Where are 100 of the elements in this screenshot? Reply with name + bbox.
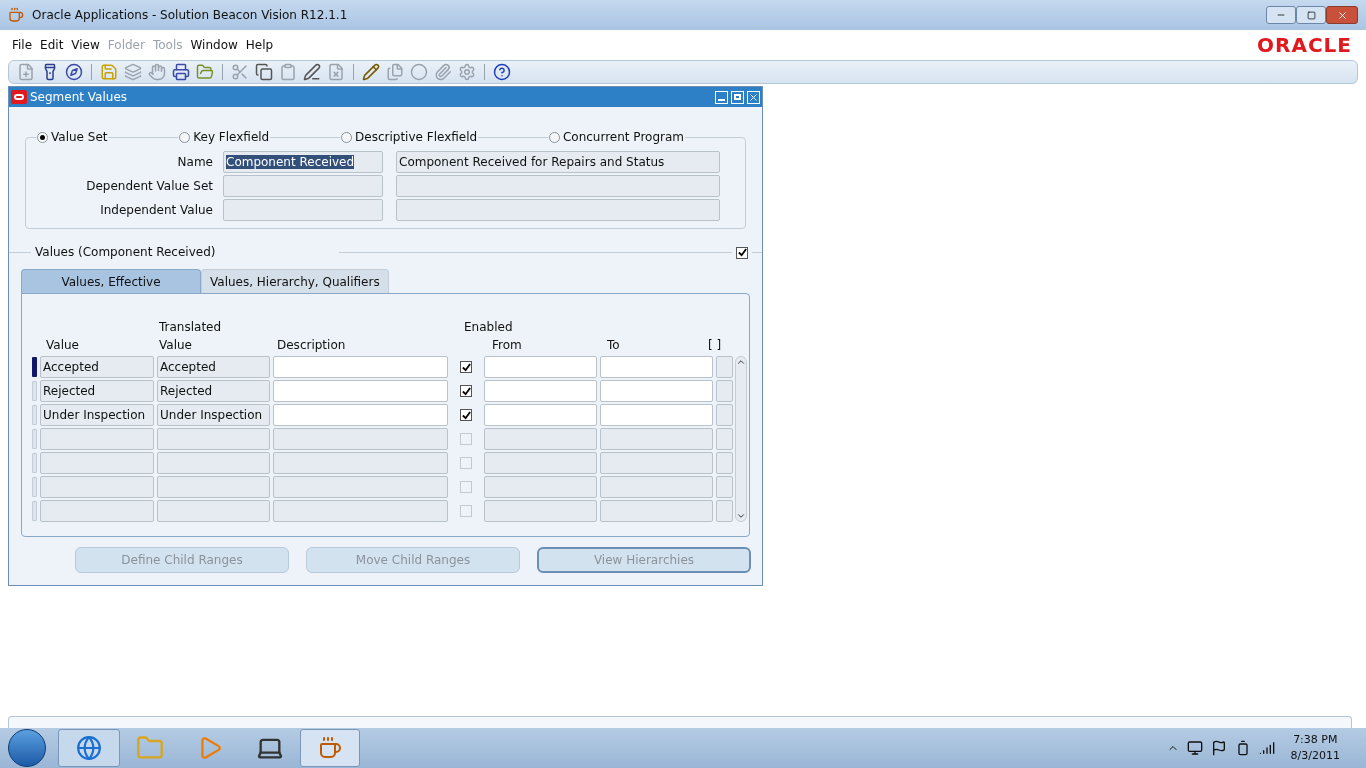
delete-record-icon[interactable]	[327, 63, 345, 81]
hand-icon[interactable]	[148, 63, 166, 81]
to-date-cell[interactable]	[600, 452, 713, 474]
value-set-field[interactable]	[223, 175, 383, 197]
menu-item[interactable]: View	[71, 36, 100, 54]
description-cell[interactable]	[273, 476, 448, 498]
clock-time[interactable]: 7:38 PM	[1293, 732, 1338, 748]
translated-value-cell[interactable]: Under Inspection	[157, 404, 270, 426]
save-icon[interactable]	[100, 63, 118, 81]
translated-value-cell[interactable]	[157, 476, 270, 498]
radio-option[interactable]: Descriptive Flexfield	[340, 129, 479, 145]
row-indicator[interactable]	[32, 453, 37, 473]
value-cell[interactable]	[40, 428, 154, 450]
translated-value-cell[interactable]	[157, 428, 270, 450]
from-date-cell[interactable]	[484, 476, 597, 498]
maximize-icon[interactable]	[731, 90, 744, 104]
row-indicator[interactable]	[32, 429, 37, 449]
paste-icon[interactable]	[279, 63, 297, 81]
checkbox[interactable]	[460, 361, 472, 373]
help-icon[interactable]	[493, 63, 511, 81]
translated-value-cell[interactable]: Accepted	[157, 356, 270, 378]
edit-record-icon[interactable]	[303, 63, 321, 81]
cut-icon[interactable]	[231, 63, 249, 81]
menu-item[interactable]: Window	[190, 36, 238, 54]
close-icon[interactable]	[747, 90, 760, 104]
translated-value-cell[interactable]	[157, 500, 270, 522]
from-date-cell[interactable]	[484, 452, 597, 474]
documents-icon[interactable]	[386, 63, 404, 81]
value-cell[interactable]: Accepted	[40, 356, 154, 378]
menu-item[interactable]: File	[12, 36, 33, 54]
radio-option[interactable]: Concurrent Program	[547, 129, 685, 145]
paperclip-icon[interactable]	[434, 63, 452, 81]
browser-icon[interactable]	[58, 729, 120, 767]
from-date-cell[interactable]	[484, 356, 597, 378]
menu-item[interactable]: Edit	[40, 36, 64, 54]
description-cell[interactable]	[273, 452, 448, 474]
printer-icon[interactable]	[172, 63, 190, 81]
value-set-field[interactable]	[223, 199, 383, 221]
pencil-icon[interactable]	[362, 63, 380, 81]
translated-value-cell[interactable]	[157, 452, 270, 474]
radio-option[interactable]: Key Flexfield	[178, 129, 271, 145]
value-set-field[interactable]: Component Received	[223, 151, 383, 173]
to-date-cell[interactable]	[600, 476, 713, 498]
copy-icon[interactable]	[255, 63, 273, 81]
sphere-icon[interactable]	[410, 63, 428, 81]
minimize-button[interactable]	[1266, 6, 1296, 24]
clock-date[interactable]: 8/3/2011	[1290, 748, 1340, 764]
description-cell[interactable]	[273, 404, 448, 426]
row-indicator[interactable]	[32, 477, 37, 497]
tab[interactable]: Values, Effective	[21, 269, 201, 293]
from-date-cell[interactable]	[484, 428, 597, 450]
value-cell[interactable]: Under Inspection	[40, 404, 154, 426]
java-icon[interactable]	[300, 729, 360, 767]
menu-item[interactable]: Help	[245, 36, 274, 54]
value-cell[interactable]	[40, 500, 154, 522]
new-record-icon[interactable]	[17, 63, 35, 81]
description-cell[interactable]	[273, 428, 448, 450]
row-indicator[interactable]	[32, 357, 37, 377]
flexfield-cell[interactable]	[716, 356, 733, 378]
translated-value-cell[interactable]: Rejected	[157, 380, 270, 402]
network-icon[interactable]	[1186, 740, 1203, 756]
from-date-cell[interactable]	[484, 380, 597, 402]
flag-icon[interactable]	[1210, 740, 1227, 756]
row-indicator[interactable]	[32, 381, 37, 401]
flexfield-cell[interactable]	[716, 500, 733, 522]
scrollbar[interactable]	[735, 356, 747, 522]
tab[interactable]: Values, Hierarchy, Qualifiers	[201, 269, 389, 293]
value-cell[interactable]: Rejected	[40, 380, 154, 402]
description-cell[interactable]	[273, 356, 448, 378]
flexfield-cell[interactable]	[716, 380, 733, 402]
description-cell[interactable]	[273, 380, 448, 402]
from-date-cell[interactable]	[484, 500, 597, 522]
checkbox[interactable]	[736, 246, 748, 259]
layers-icon[interactable]	[124, 63, 142, 81]
signal-icon[interactable]	[1258, 740, 1275, 756]
description-field[interactable]	[396, 175, 720, 197]
scroll-down-icon[interactable]	[736, 511, 746, 521]
from-date-cell[interactable]	[484, 404, 597, 426]
maximize-button[interactable]	[1296, 6, 1326, 24]
folder-icon[interactable]	[196, 63, 214, 81]
description-cell[interactable]	[273, 500, 448, 522]
settings-icon[interactable]	[458, 63, 476, 81]
minimize-icon[interactable]	[715, 90, 728, 104]
scroll-up-icon[interactable]	[736, 357, 746, 367]
compass-icon[interactable]	[65, 63, 83, 81]
row-indicator[interactable]	[32, 501, 37, 521]
flexfield-cell[interactable]	[716, 452, 733, 474]
to-date-cell[interactable]	[600, 380, 713, 402]
flexfield-cell[interactable]	[716, 476, 733, 498]
row-indicator[interactable]	[32, 405, 37, 425]
start-button[interactable]	[8, 729, 46, 767]
close-button[interactable]	[1326, 6, 1358, 24]
to-date-cell[interactable]	[600, 404, 713, 426]
to-date-cell[interactable]	[600, 500, 713, 522]
checkbox[interactable]	[460, 385, 472, 397]
radio-option[interactable]: Value Set	[36, 129, 109, 145]
to-date-cell[interactable]	[600, 428, 713, 450]
description-field[interactable]: Component Received for Repairs and Status	[396, 151, 720, 173]
description-field[interactable]	[396, 199, 720, 221]
flexfield-cell[interactable]	[716, 404, 733, 426]
